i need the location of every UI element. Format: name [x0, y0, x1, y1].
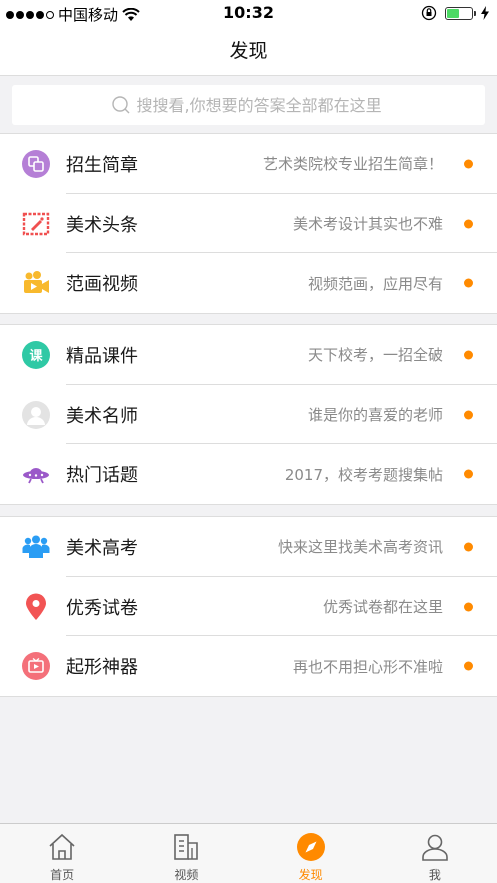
menu-item-shape-tool[interactable]: 起形神器 再也不用担心形不准啦: [0, 636, 497, 696]
menu-item-desc: 优秀试卷都在这里: [322, 598, 443, 617]
brochure-icon: [22, 149, 50, 178]
menu-item-desc: 视频范画，应用尽有: [307, 274, 443, 293]
menu-item-label: 起形神器: [66, 657, 138, 679]
menu-group-1: 招生简章 艺术类院校专业招生简章！ 美术头条 美术考设计其实也不难 范画视频 视…: [0, 133, 497, 315]
location-pin-icon: [26, 593, 46, 620]
indicator-dot: [464, 159, 473, 169]
ufo-icon: [23, 468, 49, 484]
indicator-dot: [464, 469, 473, 479]
menu-item-brochure[interactable]: 招生简章 艺术类院校专业招生简章！: [0, 134, 497, 194]
menu-item-label: 招生简章: [66, 154, 138, 176]
battery-fill: [447, 8, 459, 18]
menu-item-demo-videos[interactable]: 范画视频 视频范画，应用尽有: [0, 253, 497, 313]
indicator-dot: [464, 278, 473, 288]
menu-item-art-headlines[interactable]: 美术头条 美术考设计其实也不难: [0, 194, 497, 254]
menu-item-art-exam[interactable]: 美术高考 快来这里找美术高考资讯: [0, 517, 497, 577]
indicator-dot: [464, 542, 473, 552]
search-area: [0, 77, 497, 133]
menu-item-hot-topics[interactable]: 热门话题 2017，校考考题搜集帖: [0, 444, 497, 504]
indicator-dot: [464, 661, 473, 671]
rotation-lock-icon: [421, 5, 437, 21]
menu-item-desc: 2017，校考考题搜集帖: [284, 465, 443, 484]
menu-item-label: 优秀试卷: [66, 597, 138, 619]
search-input[interactable]: [136, 95, 387, 115]
search-box[interactable]: [12, 85, 485, 125]
menu-item-desc: 快来这里找美术高考资讯: [277, 538, 443, 557]
indicator-dot: [464, 410, 473, 420]
menu-item-excellent-papers[interactable]: 优秀试卷 优秀试卷都在这里: [0, 577, 497, 637]
course-icon: 课: [22, 340, 50, 369]
tab-label: 发现: [298, 868, 323, 882]
compass-icon: [296, 833, 325, 861]
tab-label: 首页: [50, 868, 75, 882]
tab-video[interactable]: 视频: [124, 824, 248, 883]
status-right: [421, 5, 489, 21]
menu-item-desc: 艺术类院校专业招生简章！: [262, 155, 443, 174]
battery-icon: [445, 6, 476, 20]
indicator-dot: [464, 219, 473, 229]
menu-group-3: 美术高考 快来这里找美术高考资讯 优秀试卷 优秀试卷都在这里 起形神器 再也不用…: [0, 516, 497, 698]
user-icon: [422, 834, 448, 861]
tab-discover[interactable]: 发现: [249, 824, 373, 883]
menu-item-courseware[interactable]: 课 精品课件 天下校考，一招全破: [0, 325, 497, 385]
video-building-icon: [174, 834, 199, 860]
menu-item-desc: 美术考设计其实也不难: [292, 215, 443, 234]
teacher-avatar-icon: [22, 400, 50, 429]
tab-label: 我: [428, 868, 441, 882]
home-icon: [49, 833, 75, 860]
tv-play-icon: [22, 652, 50, 681]
tab-label: 视频: [174, 868, 199, 882]
menu-item-famous-teachers[interactable]: 美术名师 谁是你的喜爱的老师: [0, 385, 497, 445]
menu-item-desc: 谁是你的喜爱的老师: [307, 406, 443, 425]
svg-text:课: 课: [29, 349, 43, 364]
menu-item-label: 范画视频: [66, 274, 138, 296]
search-icon: [111, 96, 129, 114]
menu-item-label: 精品课件: [66, 345, 138, 367]
menu-item-desc: 天下校考，一招全破: [307, 346, 443, 365]
nav-bar: 发现: [0, 26, 497, 76]
charging-icon: [481, 6, 489, 20]
indicator-dot: [464, 602, 473, 612]
tab-bar: 首页 视频 发现 我: [0, 823, 497, 883]
indicator-dot: [464, 350, 473, 360]
menu-item-label: 热门话题: [66, 465, 138, 487]
video-camera-icon: [24, 271, 49, 294]
menu-item-label: 美术名师: [66, 405, 138, 427]
menu-item-label: 美术头条: [66, 214, 138, 236]
page-title: 发现: [229, 40, 268, 62]
tab-me[interactable]: 我: [373, 824, 497, 883]
menu-group-2: 课 精品课件 天下校考，一招全破 美术名师 谁是你的喜爱的老师 热门话题 201…: [0, 324, 497, 506]
headline-icon: [22, 212, 50, 235]
menu-item-label: 美术高考: [66, 537, 138, 559]
people-group-icon: [22, 535, 50, 558]
menu-item-desc: 再也不用担心形不准啦: [292, 657, 443, 676]
status-bar: 中国移动 10:32: [0, 0, 497, 26]
tab-home[interactable]: 首页: [0, 824, 124, 883]
